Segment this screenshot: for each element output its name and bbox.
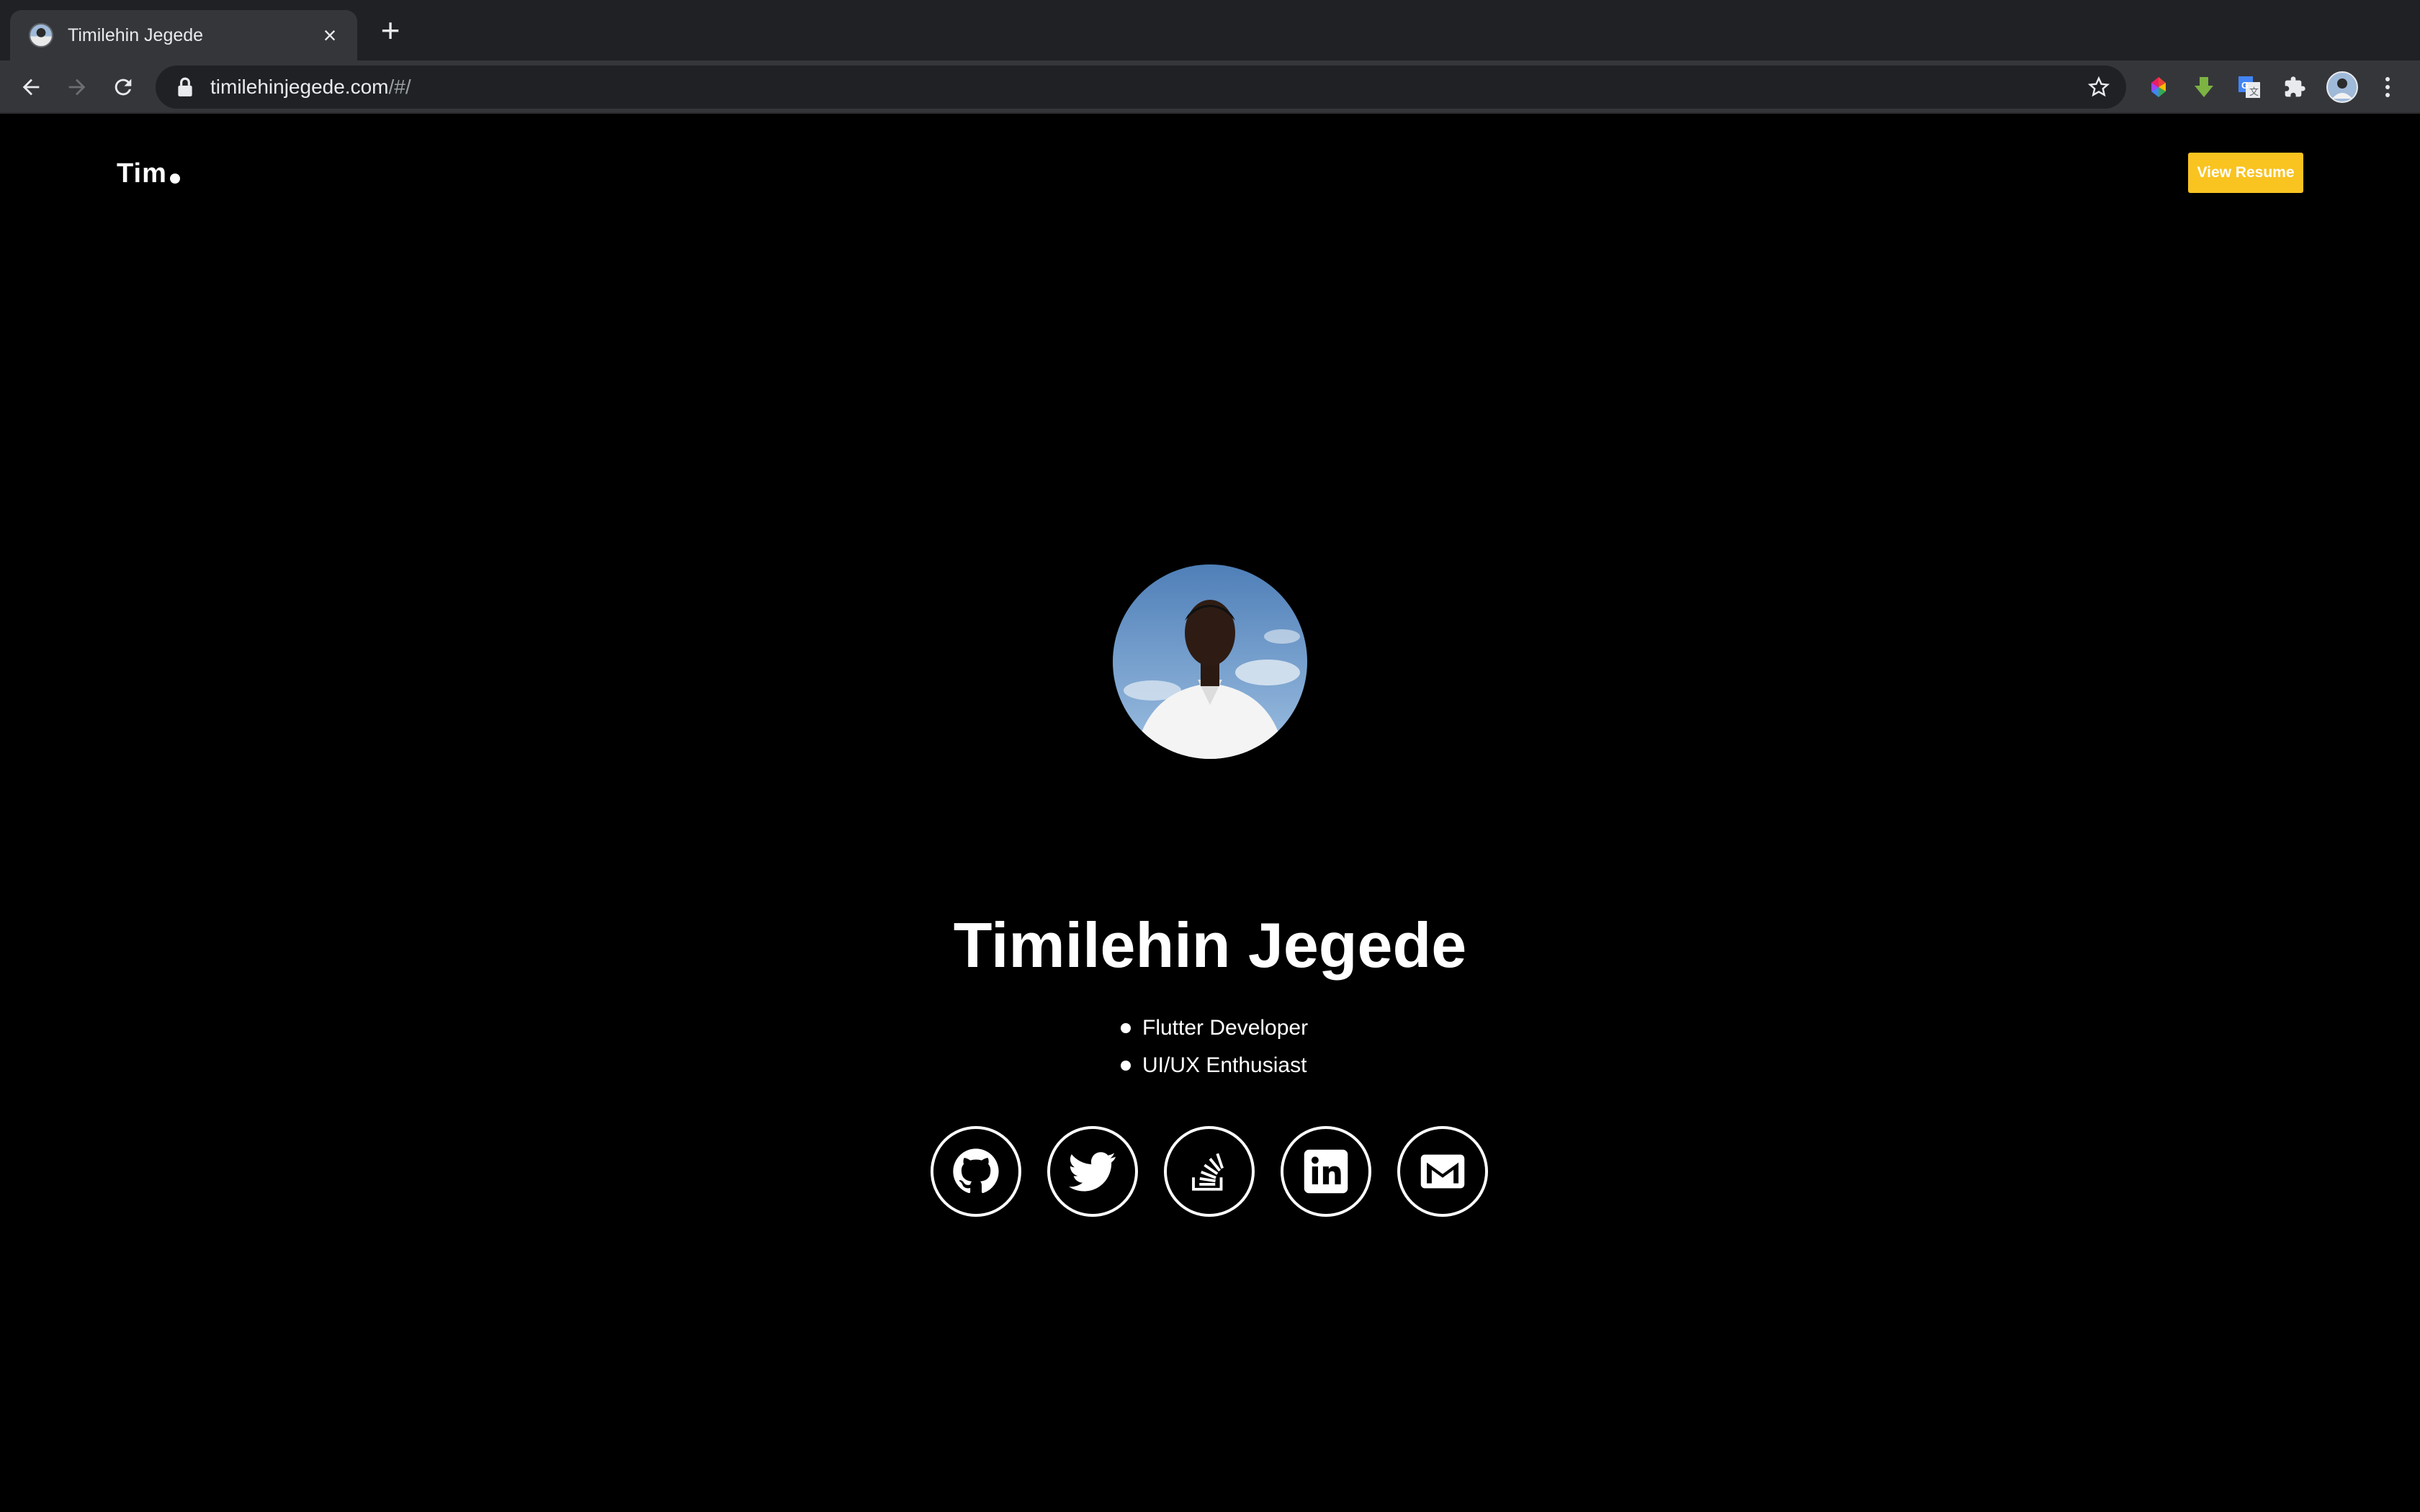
tab-title: Timilehin Jegede xyxy=(68,24,204,45)
browser-tab[interactable]: Timilehin Jegede × xyxy=(10,10,357,60)
role-item: UI/UX Enthusiast xyxy=(1121,1047,1308,1084)
profile-avatar[interactable] xyxy=(2326,71,2358,103)
menu-kebab-icon[interactable] xyxy=(2374,73,2401,101)
logo-dot xyxy=(169,174,180,184)
role-label: Flutter Developer xyxy=(1142,1016,1309,1040)
lock-icon xyxy=(178,77,192,96)
twitter-link[interactable] xyxy=(1047,1126,1138,1217)
linkedin-icon xyxy=(1304,1149,1348,1194)
browser-toolbar: timilehinjegede.com/#/ G 文 xyxy=(0,60,2420,114)
color-extension-icon[interactable] xyxy=(2145,73,2172,101)
profile-name: Timilehin Jegede xyxy=(953,909,1467,981)
linkedin-link[interactable] xyxy=(1281,1126,1371,1217)
twitter-icon xyxy=(1069,1152,1116,1192)
back-icon[interactable] xyxy=(16,72,46,102)
view-resume-button[interactable]: View Resume xyxy=(2188,153,2303,193)
github-icon xyxy=(953,1148,999,1194)
social-links xyxy=(931,1126,1488,1217)
url-host: timilehinjegede.com xyxy=(210,76,389,98)
tab-strip: Timilehin Jegede × + xyxy=(0,0,2420,60)
stackoverflow-link[interactable] xyxy=(1164,1126,1255,1217)
github-link[interactable] xyxy=(931,1126,1021,1217)
tab-close-icon[interactable]: × xyxy=(318,24,341,47)
url-path: /#/ xyxy=(388,76,411,98)
bullet-icon xyxy=(1121,1023,1131,1033)
site-logo[interactable]: Tim xyxy=(117,158,180,189)
bullet-icon xyxy=(1121,1061,1131,1071)
roles-list: Flutter Developer UI/UX Enthusiast xyxy=(1121,1009,1308,1084)
page-content: Tim View Resume Timilehin Jegede Flutter… xyxy=(0,114,2420,1512)
role-item: Flutter Developer xyxy=(1121,1009,1308,1047)
new-tab-icon[interactable]: + xyxy=(376,14,405,47)
forward-icon[interactable] xyxy=(62,72,92,102)
puzzle-extensions-icon[interactable] xyxy=(2281,73,2308,101)
reload-icon[interactable] xyxy=(108,72,138,102)
address-bar[interactable]: timilehinjegede.com/#/ xyxy=(156,66,2126,109)
download-extension-icon[interactable] xyxy=(2190,73,2218,101)
gmail-icon xyxy=(1420,1154,1465,1189)
bookmark-star-icon[interactable] xyxy=(2087,76,2110,99)
profile-photo xyxy=(1113,564,1307,759)
favicon-icon xyxy=(29,23,53,48)
stackoverflow-icon xyxy=(1192,1153,1224,1191)
logo-text: Tim xyxy=(117,158,167,189)
role-label: UI/UX Enthusiast xyxy=(1142,1053,1307,1077)
svg-text:G: G xyxy=(2241,80,2249,91)
svg-text:文: 文 xyxy=(2249,87,2259,98)
gmail-link[interactable] xyxy=(1397,1126,1488,1217)
translate-extension-icon[interactable]: G 文 xyxy=(2236,73,2263,101)
